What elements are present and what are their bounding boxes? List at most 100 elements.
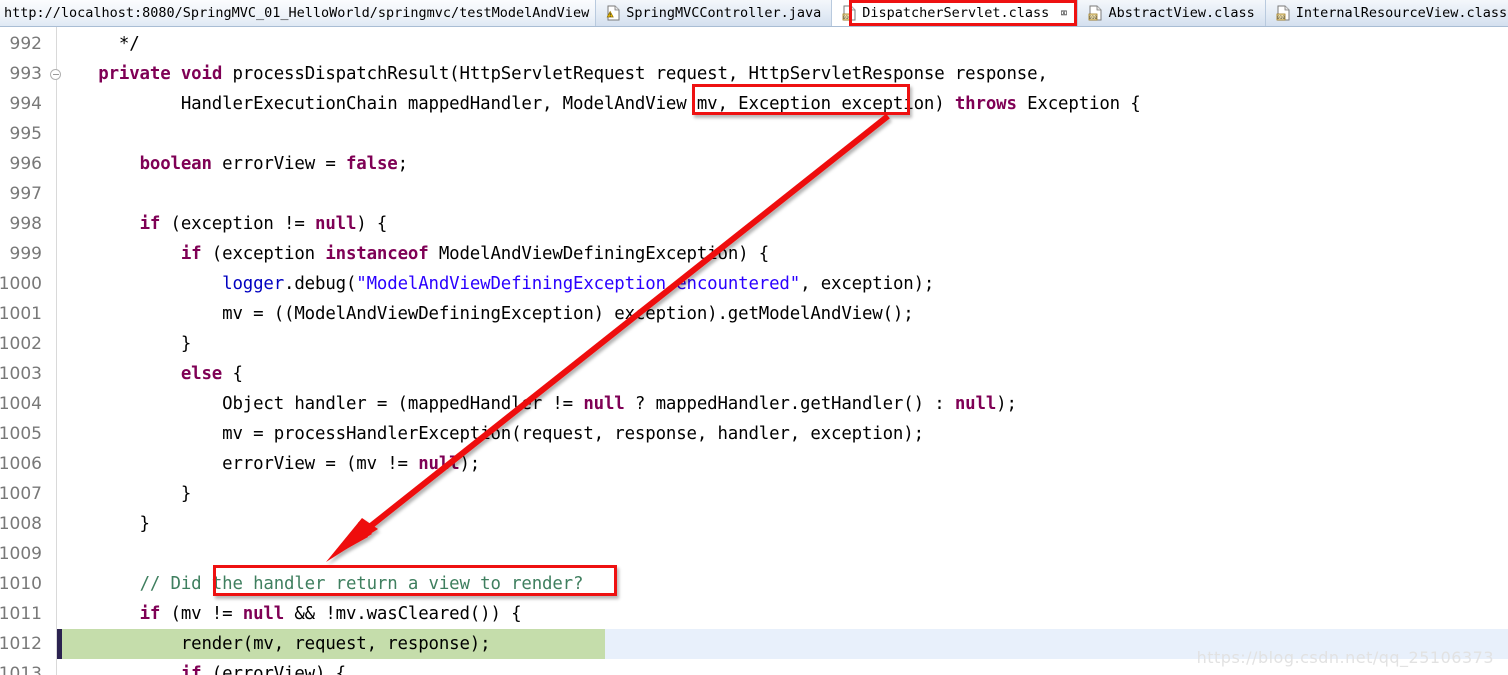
line-number: 996: [9, 154, 42, 174]
code-line[interactable]: if (exception instanceof ModelAndViewDef…: [57, 239, 1508, 269]
tab-label: http://localhost:8080/SpringMVC_01_Hello…: [4, 5, 590, 21]
class-file-icon: 010: [1088, 5, 1103, 21]
code-token: null: [242, 604, 285, 624]
code-line-text: */: [57, 34, 140, 54]
code-line[interactable]: }: [57, 329, 1508, 359]
line-number: 993: [9, 64, 42, 84]
watermark-text: https://blog.csdn.net/qq_25106373: [1196, 648, 1494, 667]
code-line[interactable]: }: [57, 479, 1508, 509]
tab-abstractview-class[interactable]: 010 AbstractView.class: [1078, 0, 1266, 26]
class-file-icon: 010: [1276, 5, 1291, 21]
code-line[interactable]: [57, 179, 1508, 209]
code-token: errorView = (mv !=: [57, 454, 419, 474]
tab-springmvccontroller-java[interactable]: SpringMVCController.java: [596, 0, 833, 26]
code-token: null: [583, 394, 625, 414]
code-line[interactable]: mv = ((ModelAndViewDefiningException) ex…: [57, 299, 1508, 329]
code-line[interactable]: [57, 539, 1508, 569]
tab-dispatcherservlet-class[interactable]: 010 DispatcherServlet.class ⌧: [832, 0, 1079, 26]
code-token: render(mv, request, response);: [57, 634, 491, 654]
code-token: boolean: [139, 154, 212, 174]
code-token: errorView =: [211, 154, 346, 174]
code-token: mv = ((ModelAndViewDefiningException) ex…: [57, 304, 914, 324]
tab-label: DispatcherServlet.class: [862, 5, 1050, 21]
code-line-text: if (exception != null) {: [57, 214, 388, 234]
editor-tab-bar: http://localhost:8080/SpringMVC_01_Hello…: [0, 0, 1508, 27]
code-line[interactable]: // Did the handler return a view to rend…: [57, 569, 1508, 599]
code-line[interactable]: else {: [57, 359, 1508, 389]
code-token: instanceof: [325, 244, 429, 264]
code-token: */: [57, 34, 140, 54]
code-line-text: HandlerExecutionChain mappedHandler, Mod…: [57, 94, 1141, 114]
line-number: 1000: [0, 274, 42, 294]
code-line-text: boolean errorView = false;: [57, 154, 409, 174]
code-token: , exception);: [800, 274, 935, 294]
debug-execution-marker: [57, 629, 62, 659]
tab-label: AbstractView.class: [1108, 5, 1255, 21]
line-number: 994: [9, 94, 42, 114]
svg-text:010: 010: [1277, 15, 1285, 21]
code-line[interactable]: [57, 119, 1508, 149]
java-file-icon: [606, 5, 621, 21]
code-token: else: [180, 364, 223, 384]
code-token: null: [954, 394, 997, 414]
tab-label: InternalResourceView.class: [1295, 5, 1508, 21]
code-line[interactable]: mv = processHandlerException(request, re…: [57, 419, 1508, 449]
code-token: false: [345, 154, 398, 174]
code-token: HandlerExecutionChain mappedHandler, Mod…: [57, 94, 955, 114]
code-line[interactable]: */: [57, 29, 1508, 59]
code-line[interactable]: if (mv != null && !mv.wasCleared()) {: [57, 599, 1508, 629]
line-number: 1009: [0, 544, 42, 564]
code-content-area[interactable]: */ private void processDispatchResult(Ht…: [57, 27, 1508, 675]
code-line-text: render(mv, request, response);: [57, 634, 491, 654]
code-line[interactable]: private void processDispatchResult(HttpS…: [57, 59, 1508, 89]
code-token: && !mv.wasCleared()) {: [284, 604, 522, 624]
code-token: ;: [397, 154, 408, 174]
code-token: (exception !=: [160, 214, 316, 234]
code-token: throws: [954, 94, 1017, 114]
line-number-gutter[interactable]: 992 993 994 995 996 997 998 999 1000 1001 1002 1003…: [0, 27, 61, 675]
code-token: (mv !=: [160, 604, 243, 624]
tab-url-bar[interactable]: http://localhost:8080/SpringMVC_01_Hello…: [0, 0, 597, 26]
line-number: 1011: [0, 604, 42, 624]
line-number: 1005: [0, 424, 42, 444]
code-token: );: [996, 394, 1017, 414]
code-line[interactable]: if (exception != null) {: [57, 209, 1508, 239]
code-line[interactable]: boolean errorView = false;: [57, 149, 1508, 179]
code-line-text: errorView = (mv != null);: [57, 454, 480, 474]
code-line[interactable]: Object handler = (mappedHandler != null …: [57, 389, 1508, 419]
code-token: {: [222, 364, 243, 384]
code-token: // Did the handler return a view to rend…: [139, 574, 584, 594]
code-token: void: [180, 64, 223, 84]
close-icon[interactable]: ⌧: [1060, 6, 1067, 20]
code-token: processDispatchResult(HttpServletRequest…: [222, 64, 1048, 84]
tab-internalresourceview-class[interactable]: 010 InternalResourceView.class: [1266, 0, 1508, 26]
line-number: 1003: [0, 364, 42, 384]
code-line[interactable]: logger.debug("ModelAndViewDefiningExcept…: [57, 269, 1508, 299]
code-line[interactable]: HandlerExecutionChain mappedHandler, Mod…: [57, 89, 1508, 119]
code-line-text: Object handler = (mappedHandler != null …: [57, 394, 1017, 414]
code-token: "ModelAndViewDefiningException encounter…: [356, 274, 801, 294]
code-token: );: [459, 454, 481, 474]
line-number: 1013: [0, 664, 42, 675]
code-token: if: [180, 664, 202, 675]
code-editor[interactable]: 992 993 994 995 996 997 998 999 1000 1001 1002 1003…: [0, 27, 1508, 675]
code-token: if: [139, 214, 161, 234]
code-line[interactable]: }: [57, 509, 1508, 539]
code-line-text: mv = processHandlerException(request, re…: [57, 424, 924, 444]
line-number: 1008: [0, 514, 42, 534]
code-token: }: [57, 514, 150, 534]
code-token: (exception: [201, 244, 326, 264]
code-line-text: mv = ((ModelAndViewDefiningException) ex…: [57, 304, 914, 324]
class-file-icon: 010: [842, 5, 857, 21]
code-line-text: if (errorView) {: [57, 664, 346, 675]
code-line[interactable]: errorView = (mv != null);: [57, 449, 1508, 479]
